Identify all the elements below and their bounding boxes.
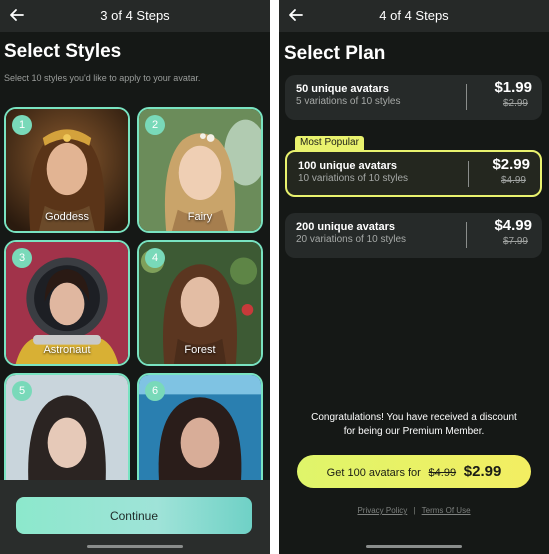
terms-of-use-link[interactable]: Terms Of Use [422, 506, 471, 515]
purchase-old-price: $4.99 [428, 467, 457, 479]
select-plan-screen: 4 of 4 Steps Select Plan 50 unique avata… [279, 0, 549, 554]
top-bar: 3 of 4 Steps [0, 0, 270, 32]
discount-message: Congratulations! You have received a dis… [279, 411, 549, 439]
purchase-button[interactable]: Get 100 avatars for $4.99 $2.99 [297, 455, 531, 488]
footer-separator: | [413, 506, 416, 515]
plan-title: 100 unique avatars [298, 160, 398, 172]
style-tile-forest[interactable]: 4 Forest [137, 240, 263, 366]
tile-label: Goddess [44, 211, 90, 223]
tile-label: Astronaut [43, 344, 91, 356]
discount-message-line: for being our Premium Member. [343, 426, 485, 437]
home-indicator [366, 545, 462, 548]
footer-links: Privacy Policy | Terms Of Use [279, 506, 549, 515]
style-tile-astronaut[interactable]: 3 Astronaut [4, 240, 130, 366]
plan-price: $4.99 [494, 217, 532, 234]
tile-number-badge: 4 [145, 248, 165, 268]
plan-old-price: $2.99 [502, 98, 528, 109]
most-popular-badge: Most Popular [295, 136, 364, 150]
page-subtitle: Select 10 styles you'd like to apply to … [4, 73, 201, 83]
plan-subtitle: 10 variations of 10 styles [298, 173, 409, 184]
plan-old-price: $7.99 [502, 236, 528, 247]
step-indicator: 3 of 4 Steps [100, 8, 170, 23]
step-indicator: 4 of 4 Steps [379, 8, 449, 23]
plan-old-price: $4.99 [500, 175, 526, 186]
style-tile-goddess[interactable]: 1 Goddess [4, 107, 130, 233]
purchase-button-label: Get 100 avatars for [326, 467, 421, 479]
tile-number-badge: 5 [12, 381, 32, 401]
tile-number-badge: 1 [12, 115, 32, 135]
divider [466, 222, 467, 248]
privacy-policy-link[interactable]: Privacy Policy [357, 506, 407, 515]
continue-button[interactable]: Continue [16, 497, 252, 534]
discount-message-line: Congratulations! You have received a dis… [311, 412, 517, 423]
style-tile-fairy[interactable]: 2 Fairy [137, 107, 263, 233]
page-title: Select Styles [4, 41, 122, 62]
tile-label: Forest [184, 344, 216, 356]
page-title: Select Plan [284, 43, 386, 64]
plan-option-50[interactable]: 50 unique avatars 5 variations of 10 sty… [285, 75, 542, 120]
tile-number-badge: 3 [12, 248, 32, 268]
plan-price: $1.99 [494, 79, 532, 96]
plan-title: 50 unique avatars [296, 83, 389, 95]
plan-title: 200 unique avatars [296, 221, 396, 233]
purchase-price: $2.99 [463, 463, 502, 480]
plan-subtitle: 5 variations of 10 styles [296, 96, 401, 107]
divider [468, 161, 469, 187]
plan-option-200[interactable]: 200 unique avatars 20 variations of 10 s… [285, 213, 542, 258]
select-styles-screen: 3 of 4 Steps Select Styles Select 10 sty… [0, 0, 270, 554]
top-bar: 4 of 4 Steps [279, 0, 549, 32]
tile-number-badge: 2 [145, 115, 165, 135]
plan-option-100[interactable]: 100 unique avatars 10 variations of 10 s… [285, 150, 542, 197]
tile-label: Fairy [187, 211, 213, 223]
plan-price: $2.99 [492, 156, 530, 173]
tile-number-badge: 6 [145, 381, 165, 401]
plan-subtitle: 20 variations of 10 styles [296, 234, 407, 245]
home-indicator [87, 545, 183, 548]
divider [466, 84, 467, 110]
